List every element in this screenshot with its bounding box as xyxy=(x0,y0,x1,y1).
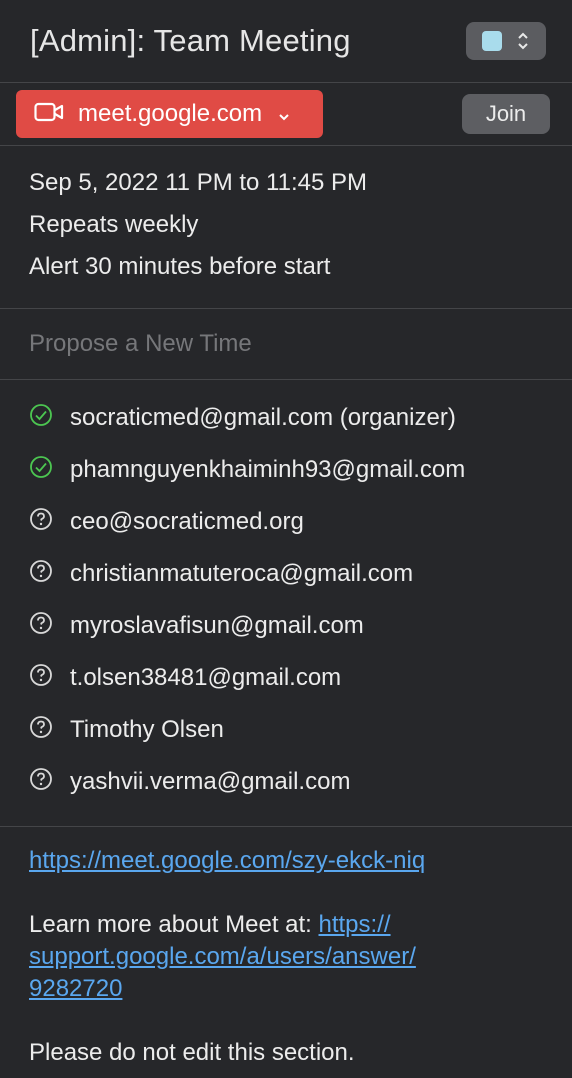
attendee-row[interactable]: phamnguyenkhaiminh93@gmail.com xyxy=(29,444,572,496)
conference-label: meet.google.com xyxy=(78,100,263,127)
calendar-color-swatch xyxy=(482,31,502,51)
stepper-icon xyxy=(516,30,530,52)
attendee-list: socraticmed@gmail.com (organizer) phamngu… xyxy=(0,380,572,826)
attendee-email: socraticmed@gmail.com (organizer) xyxy=(70,404,456,431)
event-repeat: Repeats weekly xyxy=(29,211,199,238)
attendee-email: t.olsen38481@gmail.com xyxy=(70,664,342,691)
attendee-row[interactable]: yashvii.verma@gmail.com xyxy=(29,756,572,808)
attendee-email: myroslavafisun@gmail.com xyxy=(70,612,364,639)
attendee-email: christianmatuteroca@gmail.com xyxy=(70,560,414,587)
attendee-email: phamnguyenkhaiminh93@gmail.com xyxy=(70,456,466,483)
conference-dropdown[interactable]: meet.google.com xyxy=(16,90,323,138)
notes-footer: Please do not edit this section. xyxy=(29,1039,355,1066)
question-mark-icon xyxy=(29,767,53,798)
attendee-row[interactable]: Timothy Olsen xyxy=(29,704,572,756)
support-link-part-3[interactable]: 9282720 xyxy=(29,975,122,1002)
attendee-row[interactable]: t.olsen38481@gmail.com xyxy=(29,652,572,704)
learn-more-prefix: Learn more about Meet at: xyxy=(29,911,319,938)
attendee-row[interactable]: myroslavafisun@gmail.com xyxy=(29,600,572,652)
question-mark-icon xyxy=(29,507,53,538)
event-title[interactable]: [Admin]: Team Meeting xyxy=(30,23,351,59)
conference-row: meet.google.com Join xyxy=(0,83,572,145)
attendee-email: ceo@socraticmed.org xyxy=(70,508,304,535)
chevron-down-icon xyxy=(278,108,290,124)
event-details[interactable]: Sep 5, 2022 11 PM to 11:45 PM Repeats we… xyxy=(0,146,572,308)
event-date-time: Sep 5, 2022 11 PM to 11:45 PM xyxy=(29,169,367,196)
event-alert: Alert 30 minutes before start xyxy=(29,253,331,280)
accepted-check-icon xyxy=(29,403,53,434)
support-link-part-2[interactable]: support.google.com/a/users/answer/ xyxy=(29,943,416,970)
attendee-row[interactable]: christianmatuteroca@gmail.com xyxy=(29,548,572,600)
meet-link[interactable]: https://meet.google.com/szy-ekck-niq xyxy=(29,847,425,874)
question-mark-icon xyxy=(29,663,53,694)
question-mark-icon xyxy=(29,611,53,642)
attendee-email: yashvii.verma@gmail.com xyxy=(70,768,351,795)
video-camera-icon xyxy=(34,102,64,127)
join-button[interactable]: Join xyxy=(462,94,550,134)
question-mark-icon xyxy=(29,715,53,746)
event-popover: [Admin]: Team Meeting meet.google.com Jo… xyxy=(0,0,572,1078)
propose-new-time-button[interactable]: Propose a New Time xyxy=(0,309,572,379)
attendee-row[interactable]: socraticmed@gmail.com (organizer) xyxy=(29,392,572,444)
event-header: [Admin]: Team Meeting xyxy=(0,0,572,82)
attendee-row[interactable]: ceo@socraticmed.org xyxy=(29,496,572,548)
support-link-part-1[interactable]: https:// xyxy=(319,911,391,938)
accepted-check-icon xyxy=(29,455,53,486)
event-notes: https://meet.google.com/szy-ekck-niq Lea… xyxy=(0,827,572,1069)
learn-more-text: Learn more about Meet at: https:// suppo… xyxy=(29,909,543,1005)
question-mark-icon xyxy=(29,559,53,590)
calendar-color-picker[interactable] xyxy=(466,22,546,60)
attendee-email: Timothy Olsen xyxy=(70,716,224,743)
